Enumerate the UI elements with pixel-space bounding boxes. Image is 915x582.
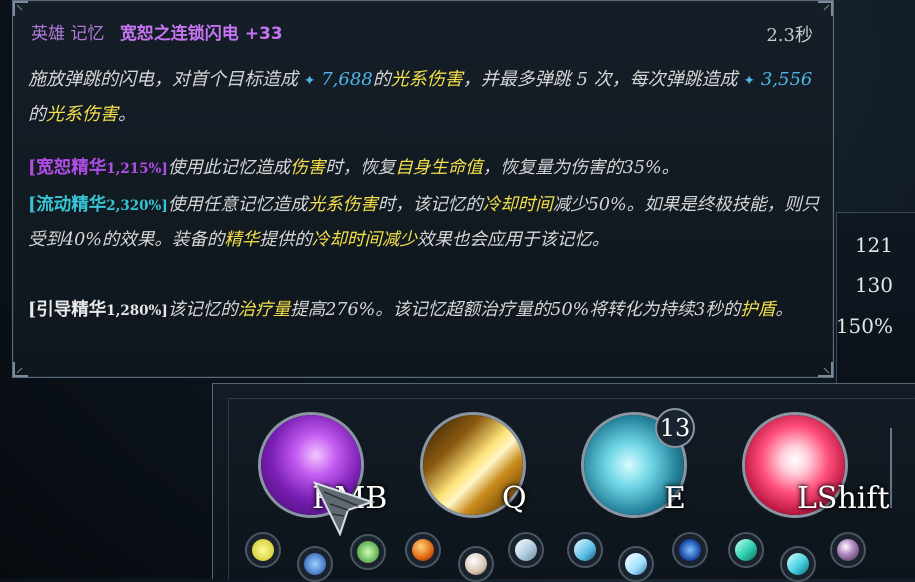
essence-text: 效果也会应用于该记忆。 (416, 230, 610, 250)
corner-ornament-icon (817, 361, 833, 377)
charge-count-badge: 13 (655, 408, 695, 448)
desc-text: 施放弹跳的闪电，对首个目标造成 (28, 69, 298, 90)
white-pearl-icon[interactable] (458, 546, 494, 582)
sparkle-icon: ✦ (743, 73, 756, 89)
blue-flame-icon[interactable] (672, 532, 708, 568)
damage-type: 光系伤害 (46, 104, 118, 125)
blue-crystal-icon[interactable] (297, 546, 333, 582)
essence-tag: [流动精华 (28, 195, 107, 215)
desc-text: ，并最多弹跳 5 次，每次弹跳造成 (462, 69, 738, 90)
cyan-cube-icon[interactable] (728, 532, 764, 568)
essence-text: 提高276%。该记忆超额治疗量的50%将转化为持续3秒的 (290, 300, 741, 320)
stat-value: 150% (835, 314, 893, 338)
essence-keyword: 冷却时间 (482, 195, 553, 215)
cooldown-time: 2.3秒 (766, 25, 813, 46)
essence-tag: [引导精华 (28, 300, 107, 320)
skill-key-label: E (664, 481, 686, 516)
skill-key-label: Q (502, 481, 527, 516)
essence-percent: 1,280%] (106, 303, 168, 319)
essence-line: [引导精华1,280%]该记忆的治疗量提高276%。该记忆超额治疗量的50%将转… (28, 293, 828, 328)
desc-text: 的 (28, 104, 46, 125)
desc-text: 的 (372, 69, 391, 90)
skill-description: 施放弹跳的闪电，对首个目标造成 ✦ 7,688的光系伤害，并最多弹跳 5 次，每… (28, 63, 828, 131)
essence-percent: 2,320%] (106, 198, 168, 214)
essence-keyword: 冷却时间减少 (311, 230, 417, 250)
damage-value: 7,688 (321, 69, 373, 90)
tooltip-header: 英雄 记忆 宽恕之连锁闪电 +33 (31, 19, 283, 44)
essence-text: 提供的 (259, 230, 312, 250)
essence-text: 时，恢复 (325, 158, 396, 178)
desc-text: 。 (118, 104, 136, 125)
essence-keyword: 精华 (224, 230, 260, 250)
essence-text: 使用任意记忆造成 (167, 195, 308, 215)
essence-keyword: 自身生命值 (395, 158, 483, 178)
essence-keyword: 治疗量 (237, 300, 291, 320)
stat-value: 130 (854, 273, 893, 297)
corner-ornament-icon (13, 1, 29, 17)
corner-ornament-icon (817, 1, 833, 17)
stat-value: 121 (854, 233, 893, 257)
sparkle-icon: ✦ (303, 73, 316, 89)
divider (890, 428, 892, 508)
orange-orb-icon[interactable] (405, 532, 441, 568)
dark-pearl-icon[interactable] (830, 532, 866, 568)
corner-ornament-icon (13, 361, 29, 377)
yellow-gem-icon[interactable] (245, 532, 281, 568)
essence-text: 使用此记忆造成 (167, 158, 291, 178)
essence-line: [流动精华2,320%]使用任意记忆造成光系伤害时，该记忆的冷却时间减少50%。… (28, 188, 828, 257)
essence-tag: [宽恕精华 (28, 158, 107, 178)
damage-value: 3,556 (760, 69, 813, 90)
skill-tooltip: 英雄 记忆 宽恕之连锁闪电 +33 2.3秒 施放弹跳的闪电，对首个目标造成 ✦… (12, 0, 834, 378)
essence-line: [宽恕精华1,215%]使用此记忆造成伤害时，恢复自身生命值，恢复量为伤害的35… (28, 151, 828, 186)
skill-name: 宽恕之连锁闪电 +33 (119, 24, 283, 44)
teal-crystal-icon[interactable] (780, 546, 816, 582)
essence-text: 。 (775, 300, 793, 320)
essence-keyword: 伤害 (290, 158, 326, 178)
essence-keyword: 护盾 (740, 300, 776, 320)
ice-crystal-icon[interactable] (567, 532, 603, 568)
essence-text: ，恢复量为伤害的35%。 (482, 158, 680, 178)
essence-text: 该记忆的 (167, 300, 238, 320)
essence-keyword: 光系伤害 (307, 195, 378, 215)
skill-key-label: LShift (797, 481, 890, 516)
essence-text: 时，该记忆的 (377, 195, 483, 215)
diamond-gem-icon[interactable] (508, 532, 544, 568)
essence-percent: 1,215%] (106, 161, 168, 177)
light-diamond-icon[interactable] (618, 546, 654, 582)
skill-category: 英雄 记忆 (31, 24, 105, 44)
mouse-cursor-icon (310, 478, 380, 542)
damage-type: 光系伤害 (390, 69, 463, 90)
